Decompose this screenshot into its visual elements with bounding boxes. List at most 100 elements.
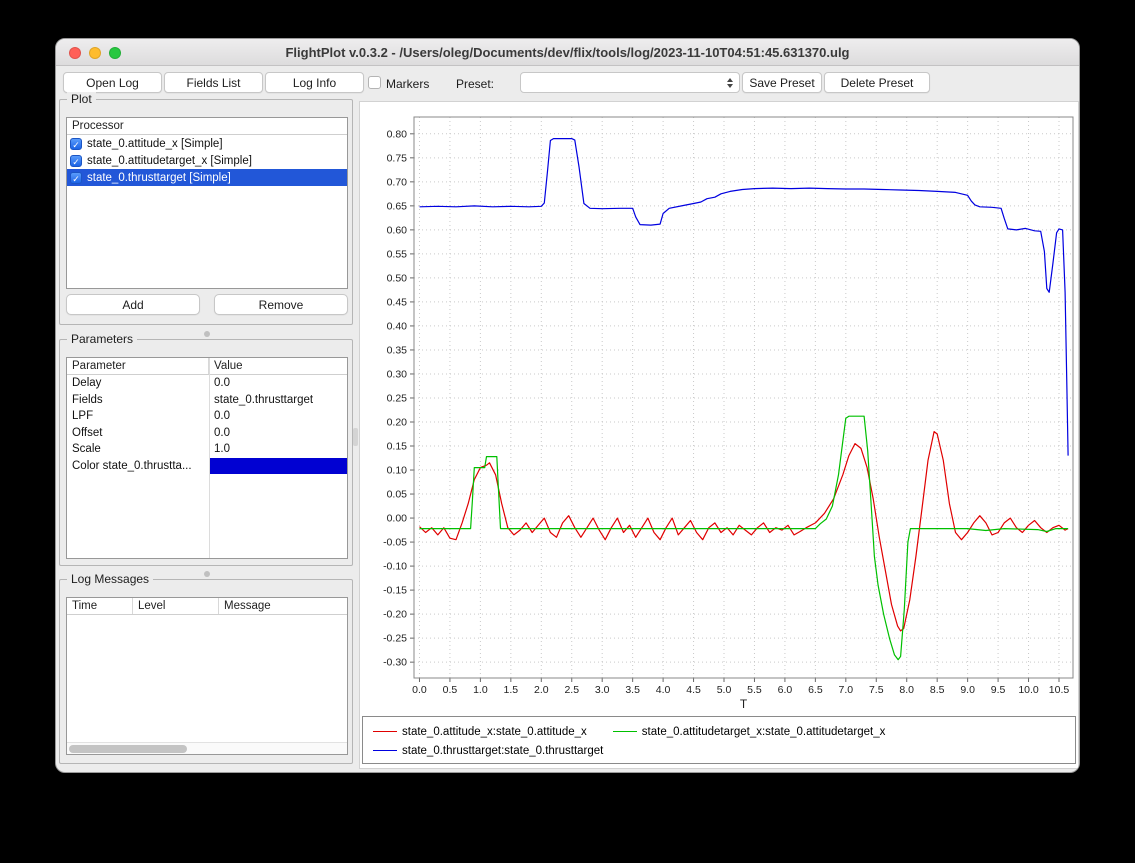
value-column-header[interactable]: Value — [209, 358, 347, 374]
plot-panel-title: Plot — [67, 92, 96, 106]
legend-label: state_0.attitude_x:state_0.attitude_x — [402, 726, 587, 738]
parameters-rows: Delay0.0Fieldsstate_0.thrusttargetLPF0.0… — [67, 375, 347, 474]
series-line-state_0.attitudetarget_x — [420, 416, 1069, 660]
legend-line-sample — [373, 731, 397, 732]
parameter-value-cell[interactable]: 0.0 — [209, 375, 347, 392]
parameter-row[interactable]: Color state_0.thrustta... — [67, 458, 347, 475]
parameters-table: Parameter Value Delay0.0Fieldsstate_0.th… — [66, 357, 348, 559]
toolbar: Open Log Fields List Log Info Markers Pr… — [56, 72, 1079, 96]
preset-label: Preset: — [456, 77, 494, 91]
plot-series-list: ✓state_0.attitude_x [Simple]✓state_0.att… — [67, 135, 347, 186]
legend-label: state_0.thrusttarget:state_0.thrusttarge… — [402, 745, 603, 757]
fields-list-button[interactable]: Fields List — [164, 72, 263, 93]
x-tick-label: 7.0 — [839, 684, 854, 696]
series-checkbox[interactable]: ✓ — [70, 138, 82, 150]
horizontal-scrollbar[interactable] — [67, 742, 347, 754]
y-tick-label: 0.70 — [387, 176, 408, 188]
parameters-table-header[interactable]: Parameter Value — [67, 358, 347, 375]
parameter-value-cell[interactable]: 1.0 — [209, 441, 347, 458]
titlebar[interactable]: FlightPlot v.0.3.2 - /Users/oleg/Documen… — [56, 39, 1079, 66]
remove-series-button[interactable]: Remove — [214, 294, 348, 315]
plot-table-header[interactable]: Processor — [67, 118, 347, 135]
x-tick-label: 2.5 — [564, 684, 579, 696]
chart-legend: state_0.attitude_x:state_0.attitude_xsta… — [362, 716, 1076, 764]
parameter-row[interactable]: Delay0.0 — [67, 375, 347, 392]
x-tick-label: 7.5 — [869, 684, 884, 696]
legend-line-sample — [613, 731, 637, 732]
parameter-value-cell[interactable]: 0.0 — [209, 425, 347, 442]
split-divider-handle[interactable] — [204, 331, 210, 337]
plot-series-row[interactable]: ✓state_0.thrusttarget [Simple] — [67, 169, 347, 186]
y-tick-label: -0.30 — [383, 657, 407, 669]
log-messages-table: Time Level Message — [66, 597, 348, 755]
y-tick-label: 0.30 — [387, 368, 408, 380]
window-title: FlightPlot v.0.3.2 - /Users/oleg/Documen… — [285, 45, 849, 60]
parameter-row[interactable]: Offset0.0 — [67, 425, 347, 442]
x-tick-label: 1.5 — [504, 684, 519, 696]
legend-entry: state_0.attitude_x:state_0.attitude_x — [373, 726, 587, 738]
parameter-value-cell[interactable]: state_0.thrusttarget — [209, 392, 347, 409]
parameter-name-cell: Color state_0.thrustta... — [67, 460, 209, 472]
legend-row: state_0.attitude_x:state_0.attitude_x sta… — [373, 722, 1065, 741]
flightplot-window: FlightPlot v.0.3.2 - /Users/oleg/Documen… — [55, 38, 1080, 773]
parameter-value-cell[interactable]: 0.0 — [209, 408, 347, 425]
markers-checkbox[interactable] — [368, 76, 381, 89]
y-tick-label: 0.05 — [387, 489, 408, 501]
split-divider-handle[interactable] — [204, 571, 210, 577]
color-swatch[interactable] — [209, 458, 347, 475]
x-tick-label: 4.5 — [686, 684, 701, 696]
parameter-row[interactable]: Scale1.0 — [67, 441, 347, 458]
x-tick-label: 0.5 — [443, 684, 458, 696]
zoom-window-button[interactable] — [109, 47, 121, 59]
save-preset-button[interactable]: Save Preset — [742, 72, 822, 93]
delete-preset-button[interactable]: Delete Preset — [824, 72, 930, 93]
message-column-header[interactable]: Message — [219, 598, 347, 614]
parameter-column-header[interactable]: Parameter — [67, 358, 209, 374]
series-checkbox[interactable]: ✓ — [70, 155, 82, 167]
y-tick-label: 0.35 — [387, 344, 408, 356]
y-tick-label: -0.25 — [383, 633, 407, 645]
y-tick-label: -0.05 — [383, 537, 407, 549]
series-checkbox[interactable]: ✓ — [70, 172, 82, 184]
x-tick-label: 8.0 — [899, 684, 914, 696]
processor-column-header[interactable]: Processor — [67, 118, 347, 134]
log-info-button[interactable]: Log Info — [265, 72, 364, 93]
x-tick-label: 0.0 — [412, 684, 427, 696]
log-messages-panel-title: Log Messages — [67, 572, 153, 586]
y-tick-label: 0.15 — [387, 441, 408, 453]
plot-series-row[interactable]: ✓state_0.attitude_x [Simple] — [67, 135, 347, 152]
preset-combobox[interactable] — [520, 72, 740, 93]
x-tick-label: 3.5 — [625, 684, 640, 696]
parameters-panel: Parameters Parameter Value Delay0.0Field… — [59, 339, 353, 566]
legend-label: state_0.attitudetarget_x:state_0.attitud… — [642, 726, 886, 738]
x-axis-label: T — [740, 697, 748, 711]
x-tick-label: 5.0 — [717, 684, 732, 696]
parameter-row[interactable]: LPF0.0 — [67, 408, 347, 425]
plot-panel: Plot Processor ✓state_0.attitude_x [Simp… — [59, 99, 353, 325]
y-tick-label: 0.80 — [387, 128, 408, 140]
parameters-panel-title: Parameters — [67, 332, 137, 346]
timeseries-chart[interactable]: 0.800.750.700.650.600.550.500.450.400.35… — [360, 102, 1078, 714]
x-tick-label: 6.5 — [808, 684, 823, 696]
add-series-button[interactable]: Add — [66, 294, 200, 315]
markers-label: Markers — [386, 77, 429, 91]
plot-series-table: Processor ✓state_0.attitude_x [Simple]✓s… — [66, 117, 348, 289]
parameter-row[interactable]: Fieldsstate_0.thrusttarget — [67, 392, 347, 409]
series-label: state_0.attitudetarget_x [Simple] — [87, 155, 252, 167]
parameter-name-cell: Scale — [67, 443, 209, 455]
time-column-header[interactable]: Time — [67, 598, 133, 614]
parameter-name-cell: LPF — [67, 410, 209, 422]
x-tick-label: 4.0 — [656, 684, 671, 696]
log-table-header[interactable]: Time Level Message — [67, 598, 347, 615]
scrollbar-thumb[interactable] — [69, 745, 187, 753]
legend-line-sample — [373, 750, 397, 751]
x-tick-label: 9.0 — [960, 684, 975, 696]
minimize-window-button[interactable] — [89, 47, 101, 59]
level-column-header[interactable]: Level — [133, 598, 219, 614]
vertical-split-handle[interactable] — [353, 428, 358, 446]
parameter-name-cell: Offset — [67, 427, 209, 439]
x-tick-label: 1.0 — [473, 684, 488, 696]
open-log-button[interactable]: Open Log — [63, 72, 162, 93]
close-window-button[interactable] — [69, 47, 81, 59]
plot-series-row[interactable]: ✓ state_0.attitudetarget_x [Simple] — [67, 152, 347, 169]
